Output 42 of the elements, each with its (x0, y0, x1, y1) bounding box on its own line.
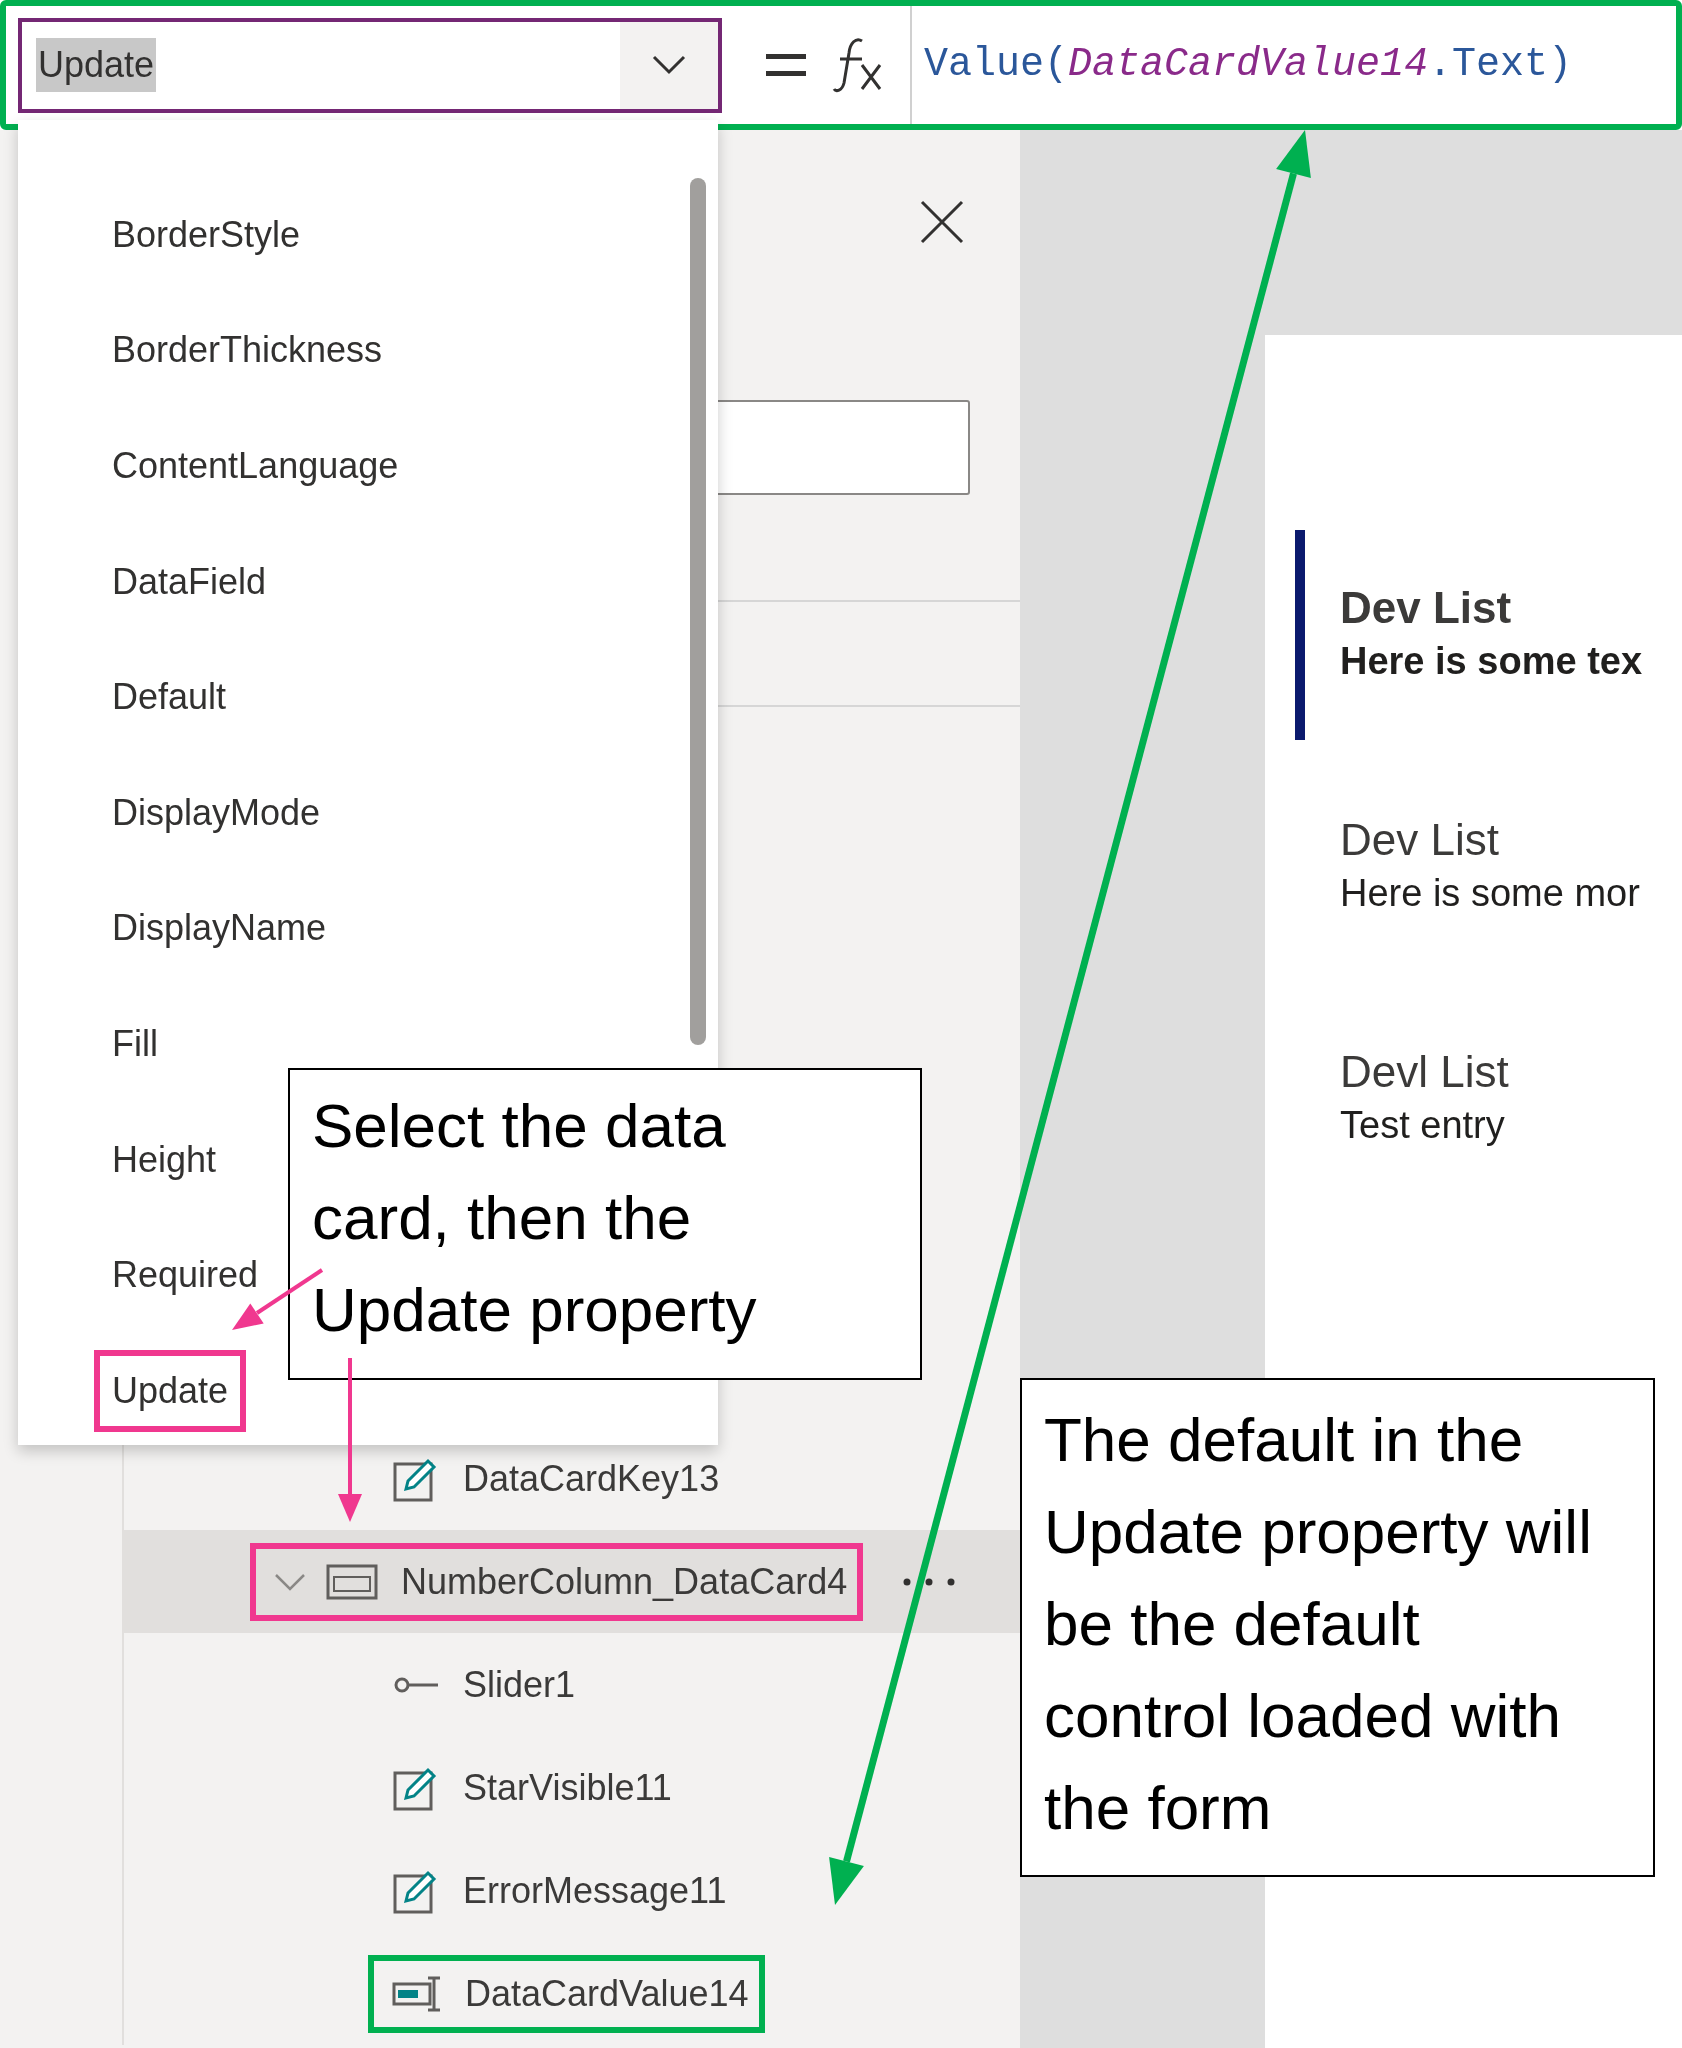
tree-item[interactable]: NumberColumn_DataCard4 (124, 1530, 1020, 1633)
list-item-title: Dev List (1340, 582, 1513, 634)
list-item-subtitle: Here is some mor (1340, 871, 1641, 916)
menu-item[interactable]: ContentLanguage (94, 425, 417, 507)
tree-item-label: NumberColumn_DataCard4 (401, 1559, 848, 1604)
property-dropdown[interactable]: Update (18, 17, 722, 113)
formula-field[interactable]: Value(DataCardValue14.Text) (910, 6, 1676, 124)
close-icon[interactable] (920, 200, 964, 244)
list-item[interactable]: Dev List Here is some mor (1295, 762, 1682, 972)
list-item[interactable]: Dev List Here is some tex (1295, 530, 1682, 740)
tree-item[interactable]: StarVisible11 (124, 1736, 1020, 1839)
list-item-title: Dev List (1340, 814, 1500, 866)
menu-item[interactable]: DisplayName (94, 887, 345, 970)
menu-item[interactable]: Fill (94, 1002, 176, 1085)
menu-item[interactable]: Required (94, 1234, 277, 1317)
chevron-down-icon (652, 55, 686, 75)
menu-item[interactable]: Default (94, 656, 245, 739)
scrollbar[interactable] (690, 178, 706, 1045)
menu-item[interactable]: Height (94, 1118, 235, 1201)
menu-item[interactable]: Update (94, 1349, 247, 1432)
menu-item[interactable]: BorderThickness (94, 309, 401, 392)
callout-text: The default in the Update property will be the default control loaded with the form (1020, 1378, 1655, 1877)
menu-item[interactable]: BorderStyle (94, 193, 319, 276)
tree-item[interactable]: Slider1 (124, 1633, 1020, 1736)
callout-text: Select the data card, then the Update property (288, 1068, 922, 1380)
chevron-down-icon[interactable] (274, 1571, 307, 1592)
tree-item-label: DataCardValue14 (465, 1971, 749, 2016)
list-item-title: Devl List (1340, 1046, 1510, 1098)
tree-item-label: Slider1 (463, 1662, 576, 1707)
tree-item-label: ErrorMessage11 (463, 1868, 727, 1913)
list-item[interactable]: Devl List Test entry (1295, 994, 1682, 1204)
tree-item-label: StarVisible11 (463, 1765, 672, 1810)
more-icon[interactable] (903, 1577, 956, 1586)
dropdown-chevron-button[interactable] (620, 21, 718, 109)
list-item-subtitle: Here is some tex (1340, 639, 1644, 684)
menu-item[interactable]: DataField (94, 540, 285, 623)
list-item-subtitle: Test entry (1340, 1103, 1506, 1148)
tree-item[interactable]: ErrorMessage11 (124, 1839, 1020, 1942)
menu-item[interactable]: DisplayMode (94, 771, 339, 854)
tree-item[interactable]: DataCardValue14 (124, 1942, 1020, 2045)
card-icon (326, 1562, 378, 1601)
tree-item-label: DataCardKey13 (463, 1456, 720, 1501)
